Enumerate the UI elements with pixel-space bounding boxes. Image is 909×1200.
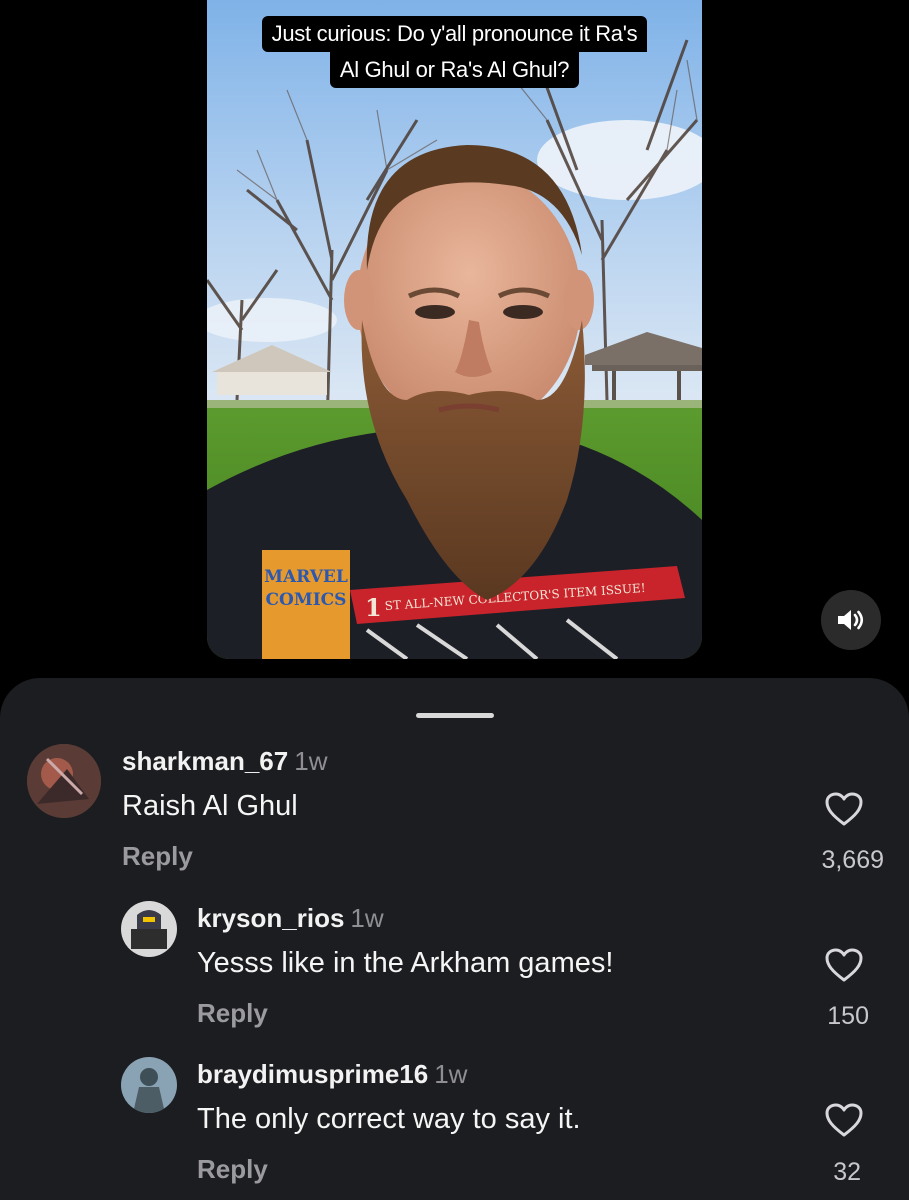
shirt-logo-line1: MARVEL [264,567,348,587]
reply-button[interactable]: Reply [197,1154,268,1184]
caption-line-2: Al Ghul or Ra's Al Ghul? [329,52,580,88]
avatar-image [121,1057,177,1113]
like-count: 32 [833,1158,861,1186]
comments-sheet[interactable]: sharkman_67 1w Raish Al Ghul Reply 3,669 … [0,678,909,1200]
heart-icon[interactable] [824,1102,864,1138]
volume-button[interactable] [821,590,881,650]
comment-age: 1w [434,1059,468,1089]
caption-line-1: Just curious: Do y'all pronounce it Ra's [261,16,648,52]
comment-username[interactable]: braydimusprime16 [197,1059,428,1089]
video-player[interactable]: MARVEL COMICS 1 ST ALL-NEW COLLECTOR'S I… [207,0,702,659]
comment-item: braydimusprime16 1w The only correct way … [0,678,909,1193]
shirt-banner-number: 1 [365,593,382,622]
video-caption: Just curious: Do y'all pronounce it Ra's… [207,16,702,88]
speaker-on-icon [838,610,864,630]
comment-text: The only correct way to say it. [197,1103,581,1135]
avatar[interactable] [121,1057,177,1113]
shirt-logo-line2: COMICS [266,590,347,610]
video-frame-image: MARVEL COMICS 1 ST ALL-NEW COLLECTOR'S I… [207,0,702,659]
